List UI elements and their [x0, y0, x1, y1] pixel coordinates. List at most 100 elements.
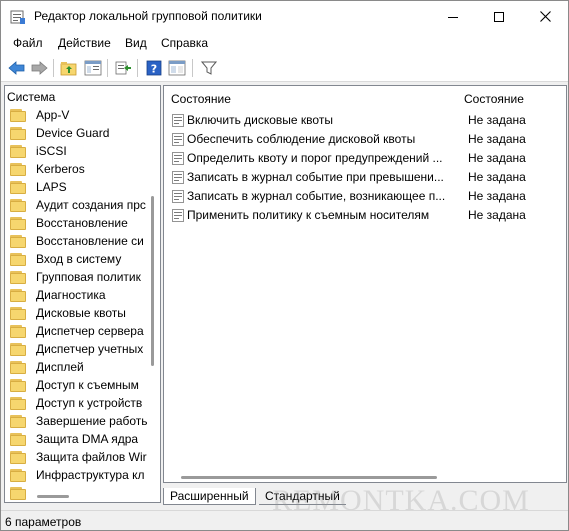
tree-item-label: Восстановление си [36, 234, 144, 248]
tree-item[interactable]: Инфраструктура кл [10, 466, 144, 484]
tree-item[interactable]: iSCSI [10, 142, 67, 160]
folder-icon [10, 126, 26, 140]
tree-item[interactable]: Восстановление [10, 214, 128, 232]
tree-item-label: Аудит создания прс [36, 198, 146, 212]
forward-arrow-icon [31, 61, 48, 75]
tree-item-label: Диспетчер учетных [36, 342, 144, 356]
forward-button[interactable] [29, 58, 49, 78]
policy-state: Не задана [468, 113, 526, 127]
tree-item[interactable]: Аудит создания прс [10, 196, 146, 214]
folder-icon [10, 396, 26, 410]
folder-icon [10, 234, 26, 248]
tree-item-label: Восстановление [36, 216, 128, 230]
list-horizontal-scrollbar[interactable] [181, 476, 437, 479]
status-text: 6 параметров [5, 515, 82, 529]
policy-row[interactable]: Применить политику к съемным носителям Не… [172, 206, 564, 225]
policy-row[interactable]: Обеспечить соблюдение дисковой квоты Не з… [172, 130, 564, 149]
menu-view[interactable]: Вид [125, 36, 147, 50]
properties-icon [168, 60, 186, 76]
back-button[interactable] [7, 58, 27, 78]
policy-name: Записать в журнал событие при превышени.… [187, 170, 444, 184]
maximize-button[interactable] [476, 1, 522, 32]
policy-setting-icon [172, 114, 184, 127]
tree-item-partial [10, 484, 36, 502]
policy-state: Не задана [468, 132, 526, 146]
tree-item[interactable]: Вход в систему [10, 250, 121, 268]
tab-extended[interactable]: Расширенный [163, 488, 256, 505]
tree-item[interactable]: Защита DMA ядра [10, 430, 138, 448]
folder-icon [10, 306, 26, 320]
policy-setting-icon [172, 171, 184, 184]
policy-row[interactable]: Определить квоту и порог предупреждений … [172, 149, 564, 168]
folder-icon [10, 414, 26, 428]
title-bar[interactable]: Редактор локальной групповой политики [1, 1, 568, 32]
policy-state: Не задана [468, 189, 526, 203]
folder-icon [10, 198, 26, 212]
minimize-button[interactable] [430, 1, 476, 32]
tree-item[interactable]: Восстановление си [10, 232, 144, 250]
status-bar: 6 параметров [1, 510, 568, 530]
export-list-icon [115, 61, 131, 75]
tree-item[interactable]: Kerberos [10, 160, 85, 178]
app-window: Редактор локальной групповой политики Фа… [0, 0, 569, 531]
tree-item[interactable]: Доступ к устройств [10, 394, 142, 412]
tree-item[interactable]: Защита файлов Wir [10, 448, 147, 466]
toolbar: ? [1, 54, 568, 82]
menu-action[interactable]: Действие [58, 36, 111, 50]
filter-button[interactable] [199, 58, 219, 78]
folder-icon [10, 468, 26, 482]
tree-item[interactable]: Дисковые квоты [10, 304, 126, 322]
policy-row[interactable]: Включить дисковые квоты Не задана [172, 111, 564, 130]
policy-name: Обеспечить соблюдение дисковой квоты [187, 132, 416, 146]
help-button[interactable]: ? [144, 58, 164, 78]
tree-vertical-scrollbar[interactable] [151, 196, 154, 366]
show-hide-tree-button[interactable] [83, 58, 103, 78]
export-list-button[interactable] [113, 58, 133, 78]
tree-item[interactable]: Групповая политик [10, 268, 141, 286]
tree-item[interactable]: Дисплей [10, 358, 84, 376]
policy-row[interactable]: Записать в журнал событие при превышени.… [172, 168, 564, 187]
policy-state: Не задана [468, 151, 526, 165]
tab-standard[interactable]: Стандартный [259, 488, 346, 505]
policy-state: Не задана [468, 208, 526, 222]
up-folder-button[interactable] [59, 58, 79, 78]
tree-item-label: Диагностика [36, 288, 106, 302]
close-button[interactable] [522, 1, 568, 32]
policy-setting-icon [172, 133, 184, 146]
tree-item[interactable]: App-V [10, 106, 69, 124]
tree-item-label: Инфраструктура кл [36, 468, 145, 482]
maximize-icon [494, 11, 504, 22]
folder-icon [10, 360, 26, 374]
toolbar-separator [107, 59, 108, 77]
tree-item-label: Kerberos [36, 162, 85, 176]
menu-help[interactable]: Справка [161, 36, 208, 50]
tree-item-label: Дисплей [36, 360, 84, 374]
folder-icon [10, 324, 26, 338]
folder-icon [10, 162, 26, 176]
help-icon: ? [146, 60, 162, 76]
properties-button[interactable] [167, 58, 187, 78]
tree-root-item[interactable]: Система [6, 88, 55, 105]
tree-item[interactable]: Диспетчер сервера [10, 322, 144, 340]
tree-item[interactable]: Диагностика [10, 286, 106, 304]
tree-pane[interactable]: Система App-V Device Guard iSCSI Kerberos LA… [4, 85, 161, 503]
tree-item[interactable]: Device Guard [10, 124, 109, 142]
show-hide-tree-icon [84, 60, 102, 76]
policy-name: Включить дисковые квоты [187, 113, 333, 127]
policy-row[interactable]: Записать в журнал событие, возникающее п… [172, 187, 564, 206]
tree-item[interactable]: Доступ к съемным [10, 376, 139, 394]
column-header-state[interactable]: Состояние [464, 92, 524, 106]
tree-item-label: iSCSI [36, 144, 67, 158]
tree-item-label: Доступ к съемным [36, 378, 139, 392]
tree-item-label: Доступ к устройств [36, 396, 143, 410]
tree-item[interactable]: Диспетчер учетных [10, 340, 143, 358]
policy-setting-icon [172, 152, 184, 165]
menu-file[interactable]: Файл [13, 36, 43, 50]
tree-item[interactable]: Завершение работь [10, 412, 148, 430]
tree-horizontal-scrollbar[interactable] [37, 495, 69, 498]
tree-item[interactable]: LAPS [10, 178, 67, 196]
tree-item-label: Device Guard [36, 126, 110, 140]
filter-icon [201, 61, 217, 75]
folder-icon [10, 252, 26, 266]
column-header-name[interactable]: Состояние [171, 92, 231, 106]
